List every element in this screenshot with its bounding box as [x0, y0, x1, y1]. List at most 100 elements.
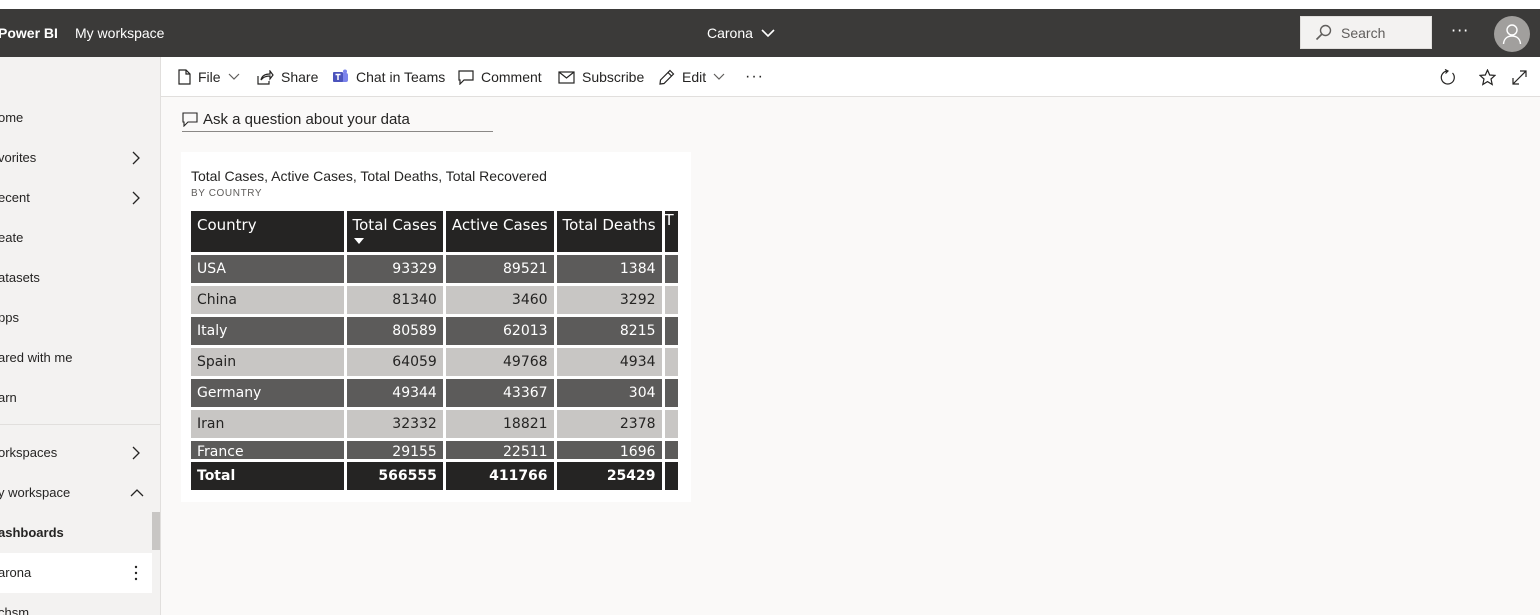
- tile-subtitle: BY COUNTRY: [191, 188, 263, 199]
- table-cell: Germany: [191, 379, 344, 407]
- sidebar-item-label: pps: [0, 310, 19, 325]
- table-row: USA 93329 89521 1384: [191, 255, 678, 283]
- column-header[interactable]: Active Cases: [445, 211, 554, 252]
- comment-icon: [182, 112, 198, 127]
- more-options-button[interactable]: ···: [1451, 9, 1469, 57]
- table-cell: 3292: [556, 286, 662, 314]
- column-header[interactable]: T: [664, 211, 678, 252]
- sidebar-item-chsm[interactable]: chsm: [0, 593, 152, 615]
- sidebar-scrollbar[interactable]: [152, 512, 160, 550]
- pencil-icon: [659, 69, 675, 85]
- file-menu-button[interactable]: File: [178, 57, 240, 97]
- workspace-link[interactable]: My workspace: [75, 9, 164, 57]
- share-icon: [257, 69, 274, 85]
- column-header-label: Total Cases: [352, 216, 437, 234]
- table-cell: 3460: [445, 286, 554, 314]
- table-cell: Italy: [191, 317, 344, 345]
- table-cell: 81340: [346, 286, 443, 314]
- chevron-down-icon: [713, 73, 725, 80]
- table-cell: 64059: [346, 348, 443, 376]
- dashboard-tile[interactable]: Total Cases, Active Cases, Total Deaths,…: [181, 152, 691, 502]
- table-row: Italy 80589 62013 8215: [191, 317, 678, 345]
- table-cell: [664, 379, 678, 407]
- search-input[interactable]: Search: [1300, 16, 1432, 49]
- comment-button[interactable]: Comment: [458, 57, 542, 97]
- sidebar-item-shared-with-me[interactable]: ared with me: [0, 338, 152, 378]
- app-header: Power BI My workspace Carona Search ···: [0, 9, 1540, 57]
- sort-descending-icon: [353, 238, 364, 244]
- subscribe-label: Subscribe: [582, 69, 645, 85]
- sidebar-item-carona[interactable]: arona: [0, 553, 152, 593]
- more-actions-button[interactable]: ···: [745, 57, 764, 97]
- sidebar-item-apps[interactable]: pps: [0, 298, 152, 338]
- table-cell: 89521: [445, 255, 554, 283]
- favorite-button[interactable]: [1479, 57, 1496, 97]
- report-title-dropdown[interactable]: Carona: [707, 9, 775, 57]
- table-cell: Spain: [191, 348, 344, 376]
- refresh-icon: [1440, 68, 1455, 85]
- table-cell: China: [191, 286, 344, 314]
- chat-in-teams-button[interactable]: Chat in Teams: [332, 57, 445, 97]
- qna-input[interactable]: Ask a question about your data: [182, 108, 493, 132]
- chevron-down-icon: [228, 73, 239, 80]
- chevron-right-icon: [132, 151, 140, 165]
- qna-placeholder: Ask a question about your data: [203, 111, 410, 128]
- table-cell: [664, 286, 678, 314]
- star-icon: [1479, 68, 1496, 86]
- user-icon: [1502, 24, 1522, 45]
- column-header[interactable]: Country: [191, 211, 344, 252]
- app-brand[interactable]: Power BI: [0, 9, 58, 57]
- table-cell: Iran: [191, 410, 344, 438]
- table-row: France 29155 22511 1696: [191, 441, 678, 459]
- avatar[interactable]: [1494, 16, 1530, 52]
- sidebar-item-label: atasets: [0, 270, 40, 285]
- search-placeholder: Search: [1341, 24, 1386, 41]
- sidebar-item-create[interactable]: eate: [0, 218, 152, 258]
- refresh-button[interactable]: [1439, 57, 1456, 97]
- table-cell: USA: [191, 255, 344, 283]
- file-label: File: [198, 69, 221, 85]
- table-row: Spain 64059 49768 4934: [191, 348, 678, 376]
- sidebar-item-label: y workspace: [0, 485, 71, 500]
- sidebar-item-label: eate: [0, 230, 24, 245]
- sidebar-item-dashboards[interactable]: ashboards: [0, 513, 152, 553]
- sidebar-item-learn[interactable]: arn: [0, 378, 152, 418]
- share-label: Share: [281, 69, 319, 85]
- table-cell: 1696: [556, 441, 662, 459]
- teams-icon: [333, 69, 348, 82]
- sidebar-item-workspaces[interactable]: orkspaces: [0, 433, 152, 473]
- sidebar-item-home[interactable]: ome: [0, 98, 152, 138]
- table-cell: 25429: [556, 462, 662, 490]
- subscribe-button[interactable]: Subscribe: [558, 57, 644, 97]
- table-cell: 4934: [556, 348, 662, 376]
- more-vertical-icon[interactable]: [133, 565, 139, 581]
- chevron-right-icon: [132, 191, 140, 205]
- chat-in-teams-label: Chat in Teams: [356, 69, 446, 85]
- column-header-sorted[interactable]: Total Cases: [346, 211, 443, 252]
- table-cell: [664, 348, 678, 376]
- sidebar-item-label: vorites: [0, 150, 37, 165]
- table-row: Iran 32332 18821 2378: [191, 410, 678, 438]
- sidebar-item-label: ome: [0, 110, 24, 125]
- table-cell: [664, 462, 678, 490]
- table-cell: 1384: [556, 255, 662, 283]
- sidebar-item-label: arona: [0, 565, 32, 580]
- share-button[interactable]: Share: [257, 57, 318, 97]
- sidebar-item-label: ecent: [0, 190, 30, 205]
- table-cell: [664, 441, 678, 459]
- fullscreen-button[interactable]: [1512, 57, 1527, 97]
- mail-icon: [558, 70, 575, 84]
- sidebar-item-my-workspace[interactable]: y workspace: [0, 473, 152, 513]
- search-icon: [1315, 24, 1332, 41]
- chevron-right-icon: [132, 446, 140, 460]
- sidebar-item-recent[interactable]: ecent: [0, 178, 152, 218]
- sidebar-item-favorites[interactable]: vorites: [0, 138, 152, 178]
- comment-icon: [458, 69, 474, 85]
- table-header-row: Country Total Cases Active Cases Total D…: [191, 211, 678, 252]
- table-cell: [664, 317, 678, 345]
- edit-menu-button[interactable]: Edit: [659, 57, 725, 97]
- table-cell: 566555: [346, 462, 443, 490]
- column-header[interactable]: Total Deaths: [556, 211, 662, 252]
- sidebar-item-datasets[interactable]: atasets: [0, 258, 152, 298]
- navigation-sidebar: ome vorites ecent eate atasets pps ared …: [0, 57, 161, 615]
